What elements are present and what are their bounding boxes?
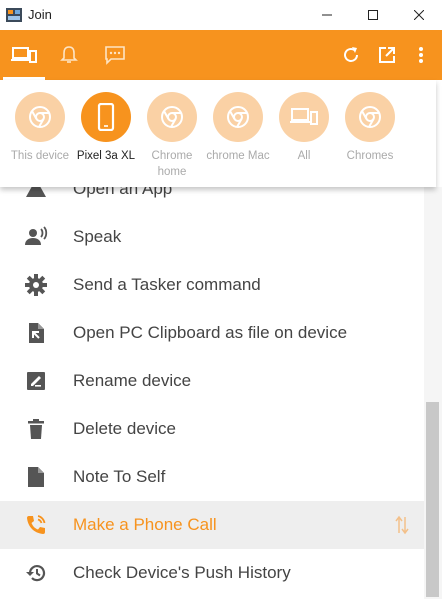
menu-item-note-to-self[interactable]: Note To Self — [0, 453, 424, 501]
tab-sms[interactable] — [92, 30, 138, 80]
device-all[interactable]: All — [269, 92, 339, 164]
edit-icon — [27, 372, 45, 390]
window-title: Join — [28, 7, 52, 22]
device-avatar — [279, 92, 329, 142]
maximize-button[interactable] — [350, 0, 396, 30]
menu-item-speak[interactable]: Speak — [0, 213, 424, 261]
window-titlebar: Join — [0, 0, 442, 30]
menu-item-rename-device[interactable]: Rename device — [0, 357, 424, 405]
join-app-icon — [6, 8, 22, 22]
device-chrome-home[interactable]: Chrome home — [137, 92, 207, 180]
sms-tab-icon — [105, 46, 125, 65]
menu-item-label: Open PC Clipboard as file on device — [73, 323, 348, 342]
gear-icon — [25, 274, 47, 296]
device-label: All — [297, 150, 311, 162]
trash-icon — [28, 419, 44, 439]
open-external-button[interactable] — [364, 30, 410, 80]
device-avatar — [15, 92, 65, 142]
menu-item-label: Check Device's Push History — [73, 563, 291, 582]
chrome-icon — [161, 106, 183, 128]
device-this-device[interactable]: This device — [5, 92, 75, 164]
menu-item-make-phone-call[interactable]: Make a Phone Call — [0, 501, 424, 549]
minimize-icon — [322, 14, 332, 16]
menu-item-label: Send a Tasker command — [73, 275, 261, 294]
tab-notifications[interactable] — [46, 30, 92, 80]
chrome-icon — [227, 106, 249, 128]
device-label: Chromes — [346, 150, 394, 162]
menu-item-label: Make a Phone Call — [73, 515, 217, 534]
tab-devices[interactable] — [1, 30, 47, 80]
device-label: Pixel 3a XL — [76, 150, 136, 162]
speak-icon — [25, 226, 48, 245]
phone-icon — [97, 103, 115, 131]
close-icon — [414, 10, 424, 20]
menu-item-delete-device[interactable]: Delete device — [0, 405, 424, 453]
chrome-icon — [359, 106, 381, 128]
device-avatar — [147, 92, 197, 142]
device-selector: This device Pixel 3a XL Chrome home chro… — [0, 80, 436, 187]
more-options-button[interactable] — [406, 30, 436, 80]
device-avatar — [345, 92, 395, 142]
device-avatar — [81, 92, 131, 142]
menu-scrollbar[interactable] — [424, 187, 442, 599]
more-vert-icon — [419, 47, 423, 63]
refresh-icon — [344, 47, 358, 62]
open-external-icon — [379, 47, 395, 63]
menu-item-label: Speak — [73, 227, 122, 246]
device-label: Chrome home — [151, 150, 193, 178]
chrome-icon — [29, 106, 51, 128]
menu-item-label: Rename device — [73, 371, 192, 390]
device-actions-menu: Open an App Speak Send a Tasker command … — [0, 160, 424, 599]
menu-item-push-history[interactable]: Check Device's Push History — [0, 549, 424, 597]
device-label: chrome Mac — [206, 150, 270, 162]
history-icon — [26, 565, 46, 582]
note-icon — [28, 467, 44, 487]
devices-icon — [290, 108, 318, 125]
notifications-tab-icon — [60, 46, 78, 63]
minimize-button[interactable] — [304, 0, 350, 30]
phone-call-icon — [27, 515, 46, 534]
reorder-arrows-icon[interactable] — [394, 515, 410, 535]
device-pixel-3a-xl[interactable]: Pixel 3a XL — [71, 92, 141, 164]
scrollbar-thumb[interactable] — [426, 402, 439, 597]
device-chrome-mac[interactable]: chrome Mac — [203, 92, 273, 164]
device-chromes[interactable]: Chromes — [335, 92, 405, 164]
menu-item-label: Note To Self — [73, 467, 166, 486]
device-avatar — [213, 92, 263, 142]
close-button[interactable] — [396, 0, 442, 30]
menu-item-tasker-command[interactable]: Send a Tasker command — [0, 261, 424, 309]
maximize-icon — [368, 10, 378, 20]
device-label: This device — [10, 150, 70, 162]
file-open-icon — [29, 323, 44, 343]
top-toolbar — [0, 30, 442, 80]
menu-item-open-clipboard[interactable]: Open PC Clipboard as file on device — [0, 309, 424, 357]
menu-item-label: Delete device — [73, 419, 177, 438]
devices-tab-icon — [11, 47, 37, 63]
